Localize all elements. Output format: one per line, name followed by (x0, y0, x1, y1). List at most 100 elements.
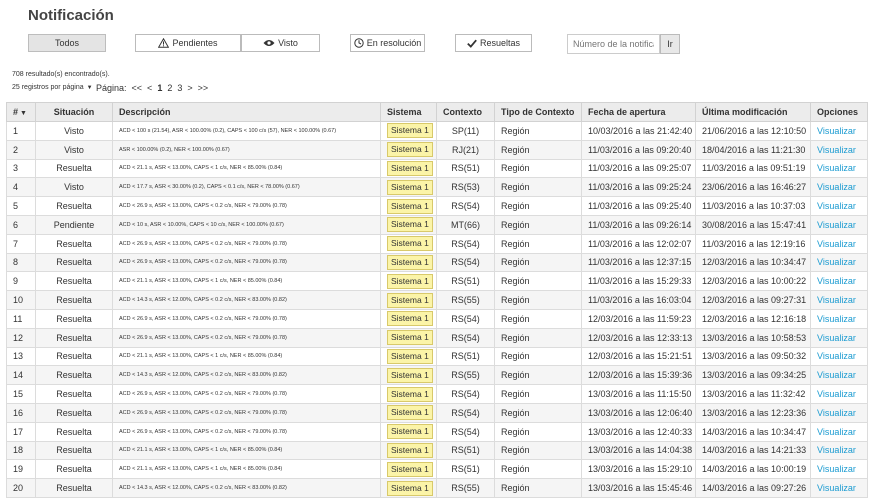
cell-number: 6 (6, 214, 36, 235)
system-badge: Sistema 1 (387, 367, 433, 383)
filter-en-resolucion-button[interactable]: En resolución (350, 34, 425, 52)
table-row: 11 Resuelta ACD < 26.9 s, ASR < 13.00%, CA… (6, 308, 868, 329)
cell-situacion: Resuelta (35, 365, 113, 386)
system-badge: Sistema 1 (387, 273, 433, 289)
page-link[interactable]: 3 (177, 83, 182, 93)
table-row: 6 Pendiente ACD < 10 s, ASR < 10.00%, CAPS… (6, 214, 868, 235)
visualizar-link[interactable]: Visualizar (817, 389, 856, 399)
column-header-number[interactable]: # ▼ (6, 102, 36, 122)
cell-number: 16 (6, 402, 36, 423)
cell-ultima-modificacion: 12/03/2016 a las 09:27:31 (695, 290, 811, 310)
cell-fecha-apertura: 11/03/2016 a las 09:26:14 (581, 214, 696, 235)
cell-tipo-contexto: Región (494, 440, 582, 461)
visualizar-link[interactable]: Visualizar (817, 220, 856, 230)
cell-situacion: Resuelta (35, 421, 113, 442)
cell-contexto: RS(51) (436, 459, 495, 480)
cell-opciones: Visualizar (810, 365, 868, 386)
visualizar-link[interactable]: Visualizar (817, 333, 856, 343)
cell-sistema: Sistema 1 (380, 402, 437, 423)
system-badge: Sistema 1 (387, 386, 433, 402)
cell-tipo-contexto: Región (494, 252, 582, 273)
cell-opciones: Visualizar (810, 252, 868, 273)
visualizar-link[interactable]: Visualizar (817, 483, 856, 493)
prev-page-link[interactable]: < (147, 83, 152, 93)
cell-contexto: RS(51) (436, 158, 495, 179)
cell-ultima-modificacion: 18/04/2016 a las 11:21:30 (695, 139, 811, 160)
visualizar-link[interactable]: Visualizar (817, 145, 856, 155)
visualizar-link[interactable]: Visualizar (817, 314, 856, 324)
column-header-ultima-modificacion[interactable]: Última modificación (695, 102, 811, 122)
cell-sistema: Sistema 1 (380, 158, 437, 179)
cell-ultima-modificacion: 23/06/2016 a las 16:46:27 (695, 177, 811, 198)
cell-opciones: Visualizar (810, 177, 868, 198)
visualizar-link[interactable]: Visualizar (817, 445, 856, 455)
cell-situacion: Resuelta (35, 233, 113, 254)
table-header-row: # ▼ Situación Descripción Sistema Context… (6, 102, 868, 122)
cell-tipo-contexto: Región (494, 214, 582, 235)
cell-fecha-apertura: 12/03/2016 a las 12:33:13 (581, 327, 696, 348)
cell-sistema: Sistema 1 (380, 459, 437, 480)
visualizar-link[interactable]: Visualizar (817, 163, 856, 173)
table-row: 19 Resuelta ACD < 21.1 s, ASR < 13.00%, CA… (6, 459, 868, 480)
cell-sistema: Sistema 1 (380, 327, 437, 348)
filter-todos-button[interactable]: Todos (28, 34, 106, 52)
cell-contexto: RS(54) (436, 252, 495, 273)
cell-number: 13 (6, 346, 36, 367)
system-badge: Sistema 1 (387, 198, 433, 214)
cell-fecha-apertura: 13/03/2016 a las 14:04:38 (581, 440, 696, 461)
next-page-link[interactable]: > (187, 83, 192, 93)
cell-sistema: Sistema 1 (380, 233, 437, 254)
visualizar-link[interactable]: Visualizar (817, 408, 856, 418)
visualizar-link[interactable]: Visualizar (817, 427, 856, 437)
visualizar-link[interactable]: Visualizar (817, 295, 856, 305)
visualizar-link[interactable]: Visualizar (817, 257, 856, 267)
column-header-sistema[interactable]: Sistema (380, 102, 437, 122)
visualizar-link[interactable]: Visualizar (817, 370, 856, 380)
filter-resueltas-button[interactable]: Resueltas (455, 34, 532, 52)
records-per-page-select[interactable]: 25 registros por página ▼ (12, 84, 93, 91)
cell-fecha-apertura: 11/03/2016 a las 09:25:07 (581, 158, 696, 179)
column-header-contexto[interactable]: Contexto (436, 102, 495, 122)
cell-tipo-contexto: Región (494, 158, 582, 179)
cell-tipo-contexto: Región (494, 346, 582, 367)
visualizar-link[interactable]: Visualizar (817, 464, 856, 474)
first-page-link[interactable]: << (132, 83, 143, 93)
column-header-tipo-contexto[interactable]: Tipo de Contexto (494, 102, 582, 122)
filter-pendientes-button[interactable]: Pendientes (135, 34, 241, 52)
cell-situacion: Resuelta (35, 384, 113, 404)
visualizar-link[interactable]: Visualizar (817, 351, 856, 361)
sort-desc-icon: ▼ (20, 110, 27, 117)
cell-opciones: Visualizar (810, 327, 868, 348)
visualizar-link[interactable]: Visualizar (817, 182, 856, 192)
cell-opciones: Visualizar (810, 346, 868, 367)
column-header-descripcion[interactable]: Descripción (112, 102, 381, 122)
page-link[interactable]: 2 (167, 83, 172, 93)
column-header-situacion[interactable]: Situación (35, 102, 113, 122)
table-row: 20 Resuelta ACD < 14.3 s, ASR < 12.00%, CA… (6, 478, 868, 498)
visualizar-link[interactable]: Visualizar (817, 201, 856, 211)
cell-fecha-apertura: 11/03/2016 a las 15:29:33 (581, 271, 696, 292)
cell-tipo-contexto: Región (494, 139, 582, 160)
system-badge: Sistema 1 (387, 160, 433, 176)
go-button[interactable]: Ir (660, 34, 680, 54)
filter-visto-button[interactable]: Visto (241, 34, 320, 52)
cell-descripcion: ACD < 21.1 s, ASR < 13.00%, CAPS < 1 c/s… (112, 158, 381, 179)
cell-number: 3 (6, 158, 36, 179)
cell-tipo-contexto: Región (494, 365, 582, 386)
filter-label: Resueltas (479, 38, 521, 48)
cell-situacion: Resuelta (35, 252, 113, 273)
visualizar-link[interactable]: Visualizar (817, 126, 856, 136)
notification-number-input[interactable] (567, 34, 660, 54)
system-badge: Sistema 1 (387, 330, 433, 346)
column-header-fecha-apertura[interactable]: Fecha de apertura (581, 102, 696, 122)
cell-number: 8 (6, 252, 36, 273)
last-page-link[interactable]: >> (198, 83, 209, 93)
system-badge: Sistema 1 (387, 292, 433, 308)
table-row: 12 Resuelta ACD < 26.9 s, ASR < 13.00%, CA… (6, 327, 868, 348)
system-badge: Sistema 1 (387, 254, 433, 270)
visualizar-link[interactable]: Visualizar (817, 276, 856, 286)
cell-situacion: Resuelta (35, 290, 113, 310)
system-badge: Sistema 1 (387, 311, 433, 327)
page-link-current[interactable]: 1 (157, 83, 162, 93)
visualizar-link[interactable]: Visualizar (817, 239, 856, 249)
